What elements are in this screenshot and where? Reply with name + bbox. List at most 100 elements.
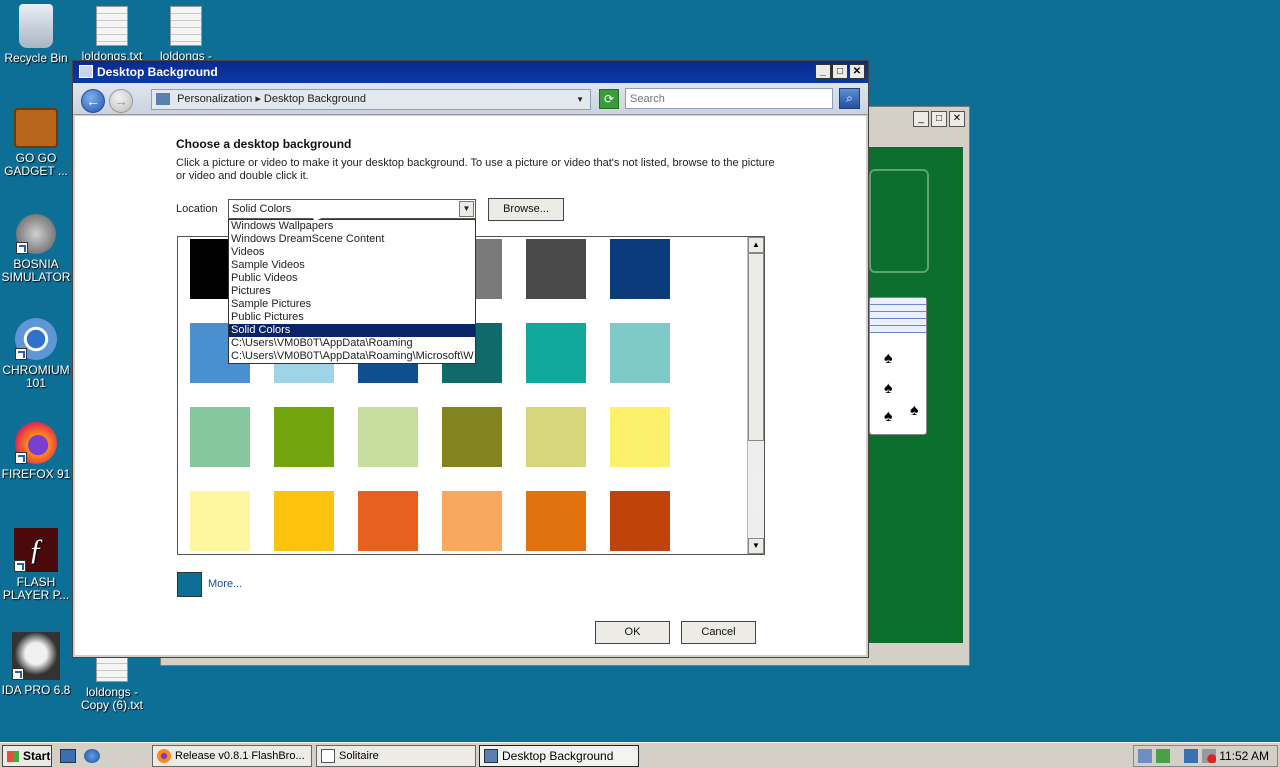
page-title: Choose a desktop background <box>176 137 352 151</box>
location-option[interactable]: Public Videos <box>229 272 475 285</box>
spade-icon: ♠ <box>884 350 893 367</box>
text-file-icon <box>96 6 128 46</box>
location-option[interactable]: Videos <box>229 246 475 259</box>
color-swatch[interactable] <box>610 491 670 551</box>
location-option[interactable]: C:\Users\VM0B0T\AppData\Roaming\Microsof… <box>229 350 475 363</box>
taskbar-item[interactable]: Solitaire <box>316 745 476 767</box>
location-option[interactable]: Solid Colors <box>229 324 475 337</box>
search-input[interactable] <box>625 88 833 109</box>
location-option[interactable]: Windows DreamScene Content <box>229 233 475 246</box>
browse-button[interactable]: Browse... <box>488 198 564 221</box>
system-tray: 11:52 AM <box>1133 745 1278 767</box>
location-option[interactable]: Public Pictures <box>229 311 475 324</box>
vertical-scrollbar[interactable]: ▲ ▼ <box>747 237 764 554</box>
title-bar[interactable]: Desktop Background _ □ ✕ <box>73 61 868 83</box>
color-swatch[interactable] <box>190 491 250 551</box>
navigation-bar: ← → Personalization ▸ Desktop Background… <box>73 83 868 115</box>
desktop-icon-chromium[interactable]: CHROMIUM 101 <box>0 318 72 390</box>
maximize-button[interactable]: □ <box>832 64 848 79</box>
desktop-background-icon <box>484 749 498 763</box>
address-bar[interactable]: Personalization ▸ Desktop Background ▼ <box>151 89 591 110</box>
taskbar-item[interactable]: Release v0.8.1 FlashBro... <box>152 745 312 767</box>
forward-button[interactable]: → <box>109 89 133 113</box>
color-swatch[interactable] <box>190 407 250 467</box>
location-option[interactable]: Sample Videos <box>229 259 475 272</box>
taskbar-item-label: Release v0.8.1 FlashBro... <box>175 750 305 762</box>
color-swatch[interactable] <box>610 407 670 467</box>
cancel-button[interactable]: Cancel <box>681 621 756 644</box>
firefox-icon <box>15 422 57 464</box>
chevron-down-icon[interactable]: ▼ <box>576 90 584 109</box>
location-option[interactable]: Windows Wallpapers <box>229 220 475 233</box>
spade-icon: ♠ <box>884 380 893 397</box>
color-swatch[interactable] <box>358 407 418 467</box>
maximize-icon[interactable]: □ <box>931 111 947 127</box>
close-button[interactable]: ✕ <box>849 64 865 79</box>
color-swatch[interactable] <box>610 239 670 299</box>
location-select[interactable]: Solid Colors ▼ <box>228 199 476 219</box>
color-swatch[interactable] <box>526 323 586 383</box>
breadcrumb: Personalization ▸ Desktop Background <box>177 93 367 105</box>
location-dropdown-list[interactable]: Windows Wallpapers Windows DreamScene Con… <box>228 219 476 364</box>
chevron-down-icon[interactable]: ▼ <box>459 201 474 217</box>
color-swatch[interactable] <box>274 407 334 467</box>
color-swatch[interactable] <box>358 491 418 551</box>
color-swatch[interactable] <box>526 407 586 467</box>
desktop-icon-label: loldongs - Copy (6).txt <box>80 685 143 712</box>
text-file-icon <box>170 6 202 46</box>
minimize-button[interactable]: _ <box>815 64 831 79</box>
internet-explorer-icon[interactable] <box>84 749 100 763</box>
foundation-slot[interactable] <box>869 169 929 273</box>
show-desktop-icon[interactable] <box>60 749 76 763</box>
chromium-icon <box>15 318 57 360</box>
desktop-icon-text-file[interactable]: loldongs.txt <box>76 6 148 63</box>
color-swatch[interactable] <box>442 491 502 551</box>
current-color-swatch[interactable] <box>177 572 202 597</box>
start-button[interactable]: Start <box>2 745 52 767</box>
desktop-icon-label: FIREFOX 91 <box>1 467 71 481</box>
spade-icon: ♠ <box>910 402 919 419</box>
taskbar-item-label: Solitaire <box>339 750 379 762</box>
minimize-icon[interactable]: _ <box>913 111 929 127</box>
color-swatch[interactable] <box>274 491 334 551</box>
refresh-button[interactable]: ⟳ <box>599 89 619 109</box>
shortcut-arrow-icon <box>15 452 27 464</box>
scroll-down-icon[interactable]: ▼ <box>748 538 764 554</box>
more-colors-link[interactable]: More... <box>208 578 242 590</box>
briefcase-icon <box>14 108 58 148</box>
desktop-icon-text-file[interactable]: loldongs - <box>150 6 222 63</box>
location-label: Location <box>176 203 218 215</box>
scroll-thumb[interactable] <box>748 253 764 441</box>
color-swatch[interactable] <box>526 491 586 551</box>
playing-card[interactable]: ♠ ♠ ♠ ♠ <box>869 297 927 435</box>
color-swatch[interactable] <box>526 239 586 299</box>
clock: 11:52 AM <box>1219 749 1269 763</box>
control-panel-icon <box>156 93 170 106</box>
ok-button[interactable]: OK <box>595 621 670 644</box>
search-icon[interactable]: ⌕ <box>839 88 860 109</box>
taskbar: Start Release v0.8.1 FlashBro... Solitai… <box>0 742 1280 768</box>
scroll-up-icon[interactable]: ▲ <box>748 237 764 253</box>
color-swatch[interactable] <box>442 407 502 467</box>
desktop-icon-firefox[interactable]: FIREFOX 91 <box>0 422 72 481</box>
location-option[interactable]: C:\Users\VM0B0T\AppData\Roaming <box>229 337 475 350</box>
flash-icon: ƒ <box>14 528 58 572</box>
back-button[interactable]: ← <box>81 89 105 113</box>
location-option[interactable]: Pictures <box>229 285 475 298</box>
content-pane: Choose a desktop background Click a pict… <box>75 116 866 655</box>
close-icon[interactable]: ✕ <box>949 111 965 127</box>
location-option[interactable]: Sample Pictures <box>229 298 475 311</box>
shortcut-arrow-icon <box>12 668 24 680</box>
network-status-icon[interactable] <box>1184 749 1198 763</box>
desktop-icon-go-go-gadget[interactable]: GO GO GADGET ... <box>0 108 72 178</box>
volume-muted-icon[interactable] <box>1202 749 1216 763</box>
network-icon[interactable] <box>1138 749 1152 763</box>
desktop-icon-flash-player[interactable]: ƒ FLASH PLAYER P... <box>0 528 72 602</box>
desktop-icon-ida-pro[interactable]: IDA PRO 6.8 <box>0 632 72 697</box>
network-icon[interactable] <box>1156 749 1170 763</box>
desktop-icon-recycle-bin[interactable]: Recycle Bin <box>0 4 72 65</box>
color-swatch[interactable] <box>610 323 670 383</box>
taskbar-item-active[interactable]: Desktop Background <box>479 745 639 767</box>
desktop-icon-bosnia-simulator[interactable]: BOSNIA SIMULATOR <box>0 214 72 284</box>
window-icon <box>79 65 93 78</box>
